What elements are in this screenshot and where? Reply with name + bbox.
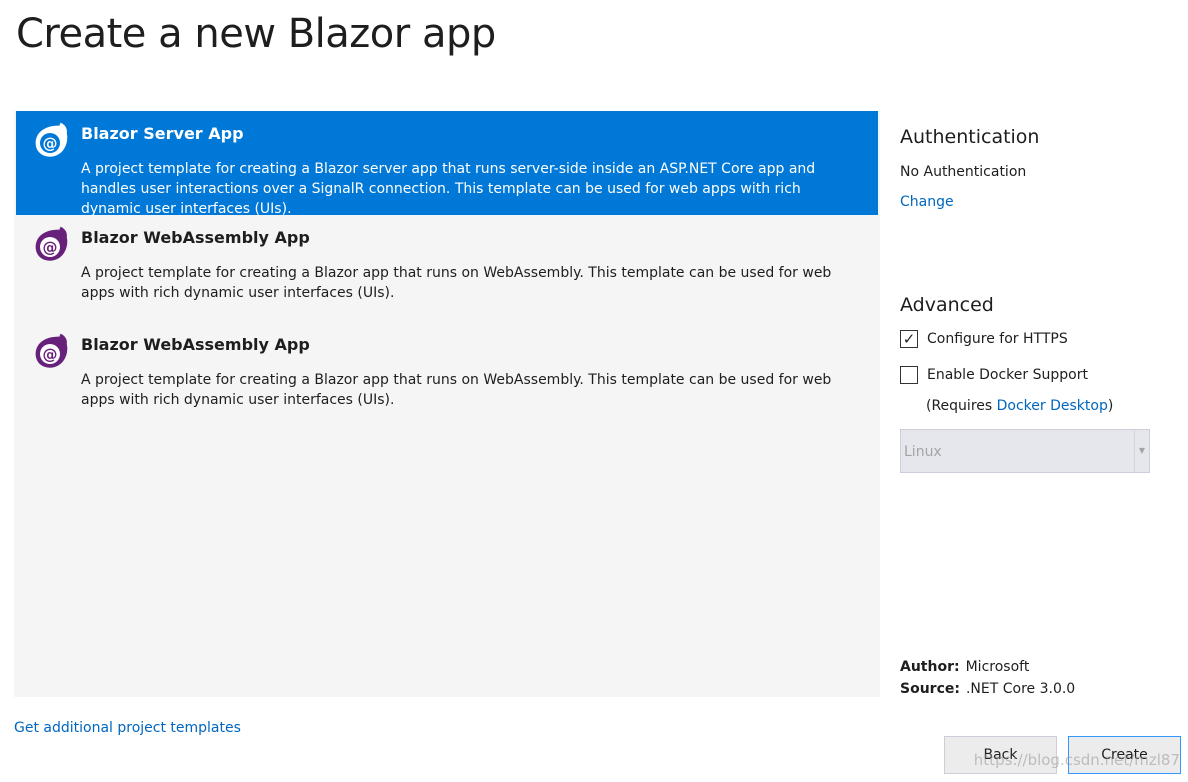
svg-text:@: @ [43, 239, 58, 257]
template-item-blazor-server-app[interactable]: @ Blazor Server App A project template f… [16, 111, 878, 217]
template-list: @ Blazor Server App A project template f… [14, 111, 880, 697]
author-label: Author: [900, 659, 960, 675]
source-info: Source: .NET Core 3.0.0 [900, 679, 1075, 699]
template-name: Blazor WebAssembly App [81, 335, 310, 354]
docker-support-label: Enable Docker Support [927, 367, 1088, 383]
advanced-heading: Advanced [900, 294, 994, 316]
svg-text:@: @ [43, 135, 58, 153]
change-authentication-link[interactable]: Change [900, 192, 954, 212]
source-label: Source: [900, 681, 960, 697]
svg-text:@: @ [43, 346, 58, 364]
blazor-icon: @ [30, 121, 72, 163]
blazor-icon: @ [30, 225, 72, 267]
docker-desktop-link[interactable]: Docker Desktop [997, 398, 1108, 414]
template-name: Blazor Server App [81, 124, 244, 143]
template-item-blazor-webassembly-app[interactable]: @ Blazor WebAssembly App A project templ… [14, 215, 880, 322]
template-name: Blazor WebAssembly App [81, 228, 310, 247]
authentication-value: No Authentication [900, 164, 1027, 180]
get-additional-templates-link[interactable]: Get additional project templates [14, 718, 241, 738]
configure-https-label: Configure for HTTPS [927, 331, 1068, 347]
source-value: .NET Core 3.0.0 [965, 681, 1076, 697]
template-description: A project template for creating a Blazor… [81, 265, 832, 301]
requires-prefix: (Requires [926, 398, 997, 414]
blazor-icon: @ [30, 332, 72, 374]
requires-suffix: ) [1107, 398, 1114, 414]
template-description: A project template for creating a Blazor… [81, 161, 816, 217]
chevron-down-icon: ▼ [1134, 430, 1149, 472]
docker-requirement-note: (Requires Docker Desktop) [926, 396, 1113, 416]
docker-os-value: Linux [904, 444, 942, 460]
author-value: Microsoft [965, 659, 1030, 675]
configure-https-checkbox[interactable]: ✓ [900, 330, 918, 348]
watermark: https://blog.csdn.net/mzl87 [973, 751, 1180, 769]
page-title: Create a new Blazor app [16, 11, 496, 57]
authentication-heading: Authentication [900, 126, 1040, 148]
configure-https-option[interactable]: ✓ Configure for HTTPS [900, 329, 1068, 349]
docker-os-select[interactable]: Linux ▼ [900, 429, 1150, 473]
docker-support-checkbox[interactable] [900, 366, 918, 384]
docker-support-option[interactable]: Enable Docker Support [900, 365, 1088, 385]
author-info: Author: Microsoft [900, 657, 1029, 677]
template-description: A project template for creating a Blazor… [81, 372, 832, 408]
template-item-blazor-webassembly-app-2[interactable]: @ Blazor WebAssembly App A project templ… [14, 322, 880, 429]
